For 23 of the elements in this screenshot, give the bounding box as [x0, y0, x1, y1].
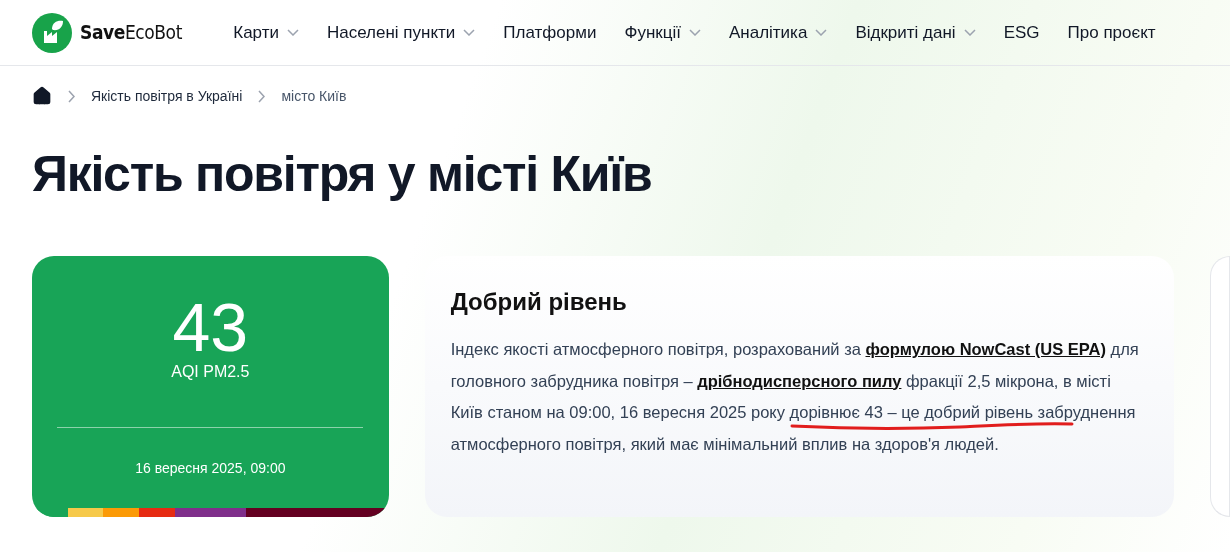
home-icon[interactable]	[32, 86, 52, 106]
nav-menu-item[interactable]: Функції	[624, 19, 701, 46]
measurement-date: 16 вересня 2025, 09:00	[135, 459, 286, 478]
nav-menu-item[interactable]: Відкриті дані	[855, 19, 976, 46]
nav-menu-item[interactable]: Карти	[233, 19, 299, 46]
nav-menu-item[interactable]: Населені пункти	[326, 19, 476, 46]
level-heading: Добрий рівень	[450, 287, 628, 317]
chevron-right-icon	[68, 89, 75, 103]
aqi-label: AQI PM2.5	[171, 362, 250, 382]
nav-menu-item[interactable]: ESG	[1003, 19, 1040, 46]
breadcrumb-link[interactable]: місто Київ	[281, 85, 347, 107]
description-paragraph: Індекс якості атмосферного повітря, розрахований за формулою NowCast (US EPA) для головного забрудника повітря – дрібнодисперсного пилу фракції 2,5 мікрона, в місті Київ станом на 09:00, 16 вересня 2025 року дорівнює 43 – це добрий рівень забруднення атмосферного повітря, який має мінімальний вплив на здоров'я людей.	[450, 339, 1140, 455]
chevron-right-icon	[258, 89, 266, 103]
logo-text[interactable]: SaveEcoBot	[80, 18, 182, 47]
aqi-value: 43	[172, 292, 249, 362]
logo-icon	[32, 12, 72, 53]
text-link[interactable]: дрібнодисперсного пилу	[697, 371, 902, 390]
nav-menu-item[interactable]: Про проєкт	[1067, 19, 1156, 46]
breadcrumb-link[interactable]: Якість повітря в Україні	[91, 85, 243, 107]
nav-menu-item[interactable]: Платформи	[503, 19, 597, 46]
page-title: Якість повітря у місті Київ	[31, 145, 653, 204]
nav-menu-item[interactable]: Аналітика	[728, 19, 828, 46]
text-link[interactable]: формулою NowCast (US EPA)	[865, 340, 1106, 358]
